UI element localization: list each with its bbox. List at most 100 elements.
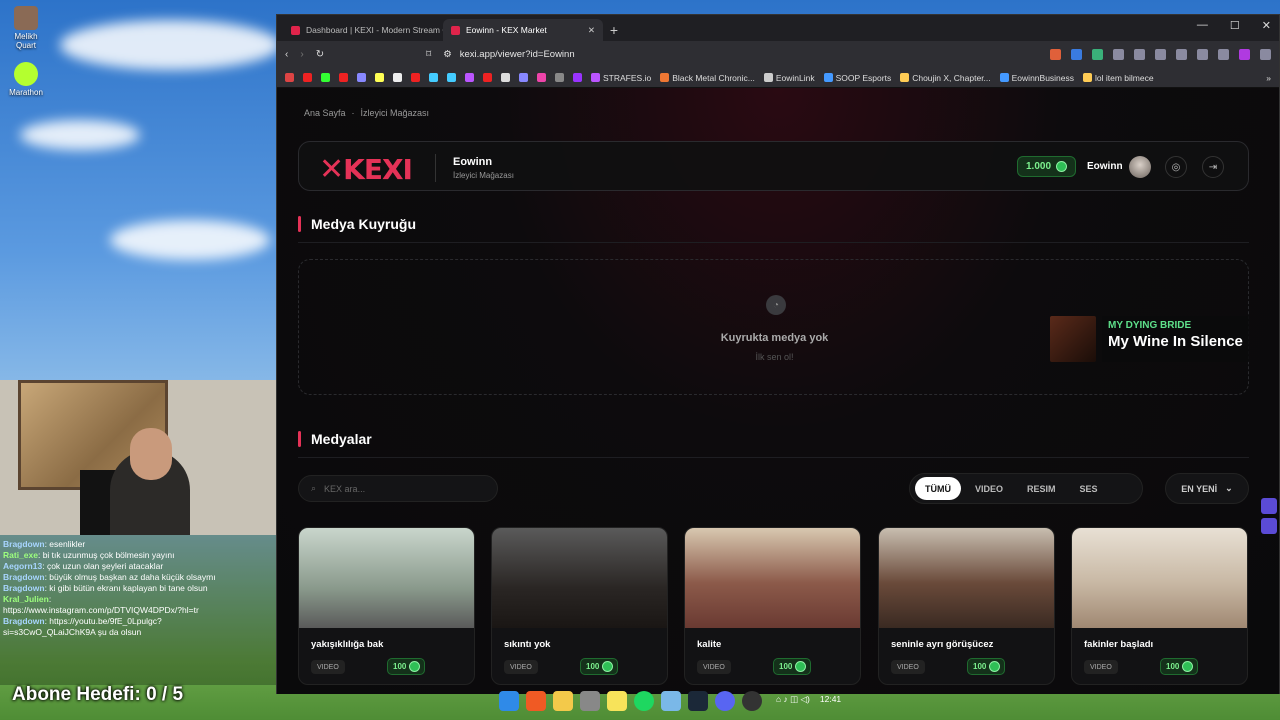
chat-line: si=s3CwO_QLaiJChK9A şu da olsun (3, 627, 142, 637)
media-thumbnail (492, 528, 667, 628)
clock-time[interactable]: 12:41 (820, 694, 841, 705)
chat-line: Bragdown: ki gibi bütün ekranı kaplayan … (3, 583, 208, 593)
bookmark-icon[interactable]: ⌑ (426, 49, 431, 60)
bookmark-soop[interactable]: SOOP Esports (823, 73, 891, 83)
new-tab-button[interactable]: + (603, 19, 625, 41)
price-badge: 100 (967, 658, 1006, 675)
vpn-icon[interactable] (1218, 49, 1229, 60)
bookmark-link[interactable] (411, 73, 420, 82)
forward-icon[interactable]: › (300, 49, 303, 60)
close-icon[interactable]: ✕ (588, 25, 595, 36)
now-playing-song: My Wine In Silence (1108, 333, 1243, 350)
brave-shield-icon[interactable] (1050, 49, 1061, 60)
filter-all[interactable]: TÜMÜ (915, 477, 961, 500)
divider (298, 242, 1249, 243)
bookmark-link[interactable] (429, 73, 438, 82)
bookmark-youtube[interactable] (303, 73, 312, 82)
divider (298, 457, 1249, 458)
translate-icon[interactable] (1261, 518, 1277, 534)
bookmark-link[interactable] (375, 73, 384, 82)
queue-title: Medya Kuyruğu (311, 216, 417, 232)
bookmark-youtube[interactable] (339, 73, 348, 82)
desktop-icon-melikh[interactable]: Melikh Quart (8, 6, 44, 50)
bookmark-link[interactable] (357, 73, 366, 82)
media-card[interactable]: fakinler başladı VIDEO 100 (1071, 527, 1248, 685)
filter-image[interactable]: RESIM (1017, 477, 1066, 500)
folder-icon[interactable] (552, 691, 573, 711)
app-icon[interactable] (660, 691, 681, 711)
kexi-logo[interactable]: ✕KEXI (319, 152, 413, 187)
desktop-icon-marathon[interactable]: Marathon (8, 62, 44, 97)
coin-icon (989, 661, 1001, 672)
bookmark-eowinn-business[interactable]: EowinnBusiness (999, 73, 1074, 83)
maximize-icon[interactable]: ☐ (1230, 19, 1240, 32)
bookmark-link[interactable] (555, 73, 564, 82)
bookmark-lol-item[interactable]: lol item bilmece (1083, 73, 1154, 83)
tray-icons[interactable]: ⌂ ♪ ◫ ◁) (776, 694, 810, 705)
windows-start-icon[interactable] (498, 691, 519, 711)
sort-dropdown[interactable]: EN YENİ ⌄ (1165, 473, 1249, 504)
bookmark-gmail[interactable] (285, 73, 294, 82)
spotify-icon[interactable] (633, 691, 654, 711)
filter-video[interactable]: VIDEO (965, 477, 1013, 500)
chat-line: Bragdown: https://youtu.be/9fE_0Lpulgc? (3, 616, 162, 626)
media-card[interactable]: kalite VIDEO 100 (684, 527, 861, 685)
logout-icon[interactable]: ⇥ (1202, 156, 1224, 178)
address-bar[interactable]: ⚙ kexi.app/viewer?id=Eowinn (443, 45, 893, 65)
bookmark-link[interactable] (465, 73, 474, 82)
media-type-badge: VIDEO (504, 660, 538, 674)
brave-icon[interactable] (525, 691, 546, 711)
bookmark-eowinlink[interactable]: EowinLink (763, 73, 815, 83)
filter-audio[interactable]: SES (1070, 477, 1108, 500)
store-name: Eowinn (453, 156, 493, 168)
media-card[interactable]: sıkıntı yok VIDEO 100 (491, 527, 668, 685)
bookmark-kick[interactable] (321, 73, 330, 82)
breadcrumb-home[interactable]: Ana Sayfa (304, 108, 346, 118)
reload-icon[interactable]: ↻ (316, 49, 324, 60)
tab-dashboard[interactable]: Dashboard | KEXI - Modern Stream C ✕ (283, 19, 443, 41)
accent-bar (298, 431, 301, 447)
bookmark-twitch[interactable] (573, 73, 582, 82)
browser-toolbar: ‹ › ↻ ⌑ ⚙ kexi.app/viewer?id=Eowinn (277, 41, 1279, 68)
extension-icon[interactable] (1071, 49, 1082, 60)
discord-icon[interactable] (714, 691, 735, 711)
bookmark-tiktok[interactable] (393, 73, 402, 82)
tab-title: Dashboard | KEXI - Modern Stream C (306, 25, 443, 35)
tool-icon[interactable] (579, 691, 600, 711)
balance-badge: 1.000 (1017, 156, 1077, 177)
avatar[interactable] (1129, 156, 1151, 178)
obs-icon[interactable] (741, 691, 762, 711)
extension-icon[interactable] (1134, 49, 1145, 60)
webcam-feed (0, 380, 276, 535)
bookmark-x[interactable] (501, 73, 510, 82)
chevron-down-icon: ⌄ (1225, 483, 1233, 493)
close-window-icon[interactable]: ✕ (1262, 19, 1271, 32)
chat-icon[interactable] (1261, 498, 1277, 514)
menu-icon[interactable] (1260, 49, 1271, 60)
tab-eowinn-market[interactable]: Eowinn - KEX Market ✕ (443, 19, 603, 41)
leo-icon[interactable] (1197, 49, 1208, 60)
wallet-icon[interactable] (1176, 49, 1187, 60)
media-card[interactable]: yakışıklılığa bak VIDEO 100 (298, 527, 475, 685)
globe-icon[interactable]: ◎ (1165, 156, 1187, 178)
profile-icon[interactable] (1239, 49, 1250, 60)
sidebar-icon[interactable] (1155, 49, 1166, 60)
bookmark-instagram[interactable] (537, 73, 546, 82)
notes-icon[interactable] (606, 691, 627, 711)
site-info-icon[interactable]: ⚙ (443, 49, 452, 60)
more-bookmarks-icon[interactable]: » (1266, 73, 1271, 83)
minimize-icon[interactable]: — (1197, 19, 1208, 32)
bookmark-link[interactable] (519, 73, 528, 82)
bookmark-black-metal[interactable]: Black Metal Chronic... (660, 73, 755, 83)
search-input[interactable]: ⌕ KEX ara... (298, 475, 498, 502)
bookmark-choujin[interactable]: Choujin X, Chapter... (900, 73, 991, 83)
back-icon[interactable]: ‹ (285, 49, 288, 60)
streamer-head (130, 428, 172, 480)
extension-icon[interactable] (1113, 49, 1124, 60)
bookmark-strafes[interactable]: STRAFES.io (591, 73, 651, 83)
steam-icon[interactable] (687, 691, 708, 711)
bookmark-link[interactable] (483, 73, 492, 82)
media-card[interactable]: seninle ayrı görüşücez VIDEO 100 (878, 527, 1055, 685)
extension-icon[interactable] (1092, 49, 1103, 60)
bookmark-link[interactable] (447, 73, 456, 82)
